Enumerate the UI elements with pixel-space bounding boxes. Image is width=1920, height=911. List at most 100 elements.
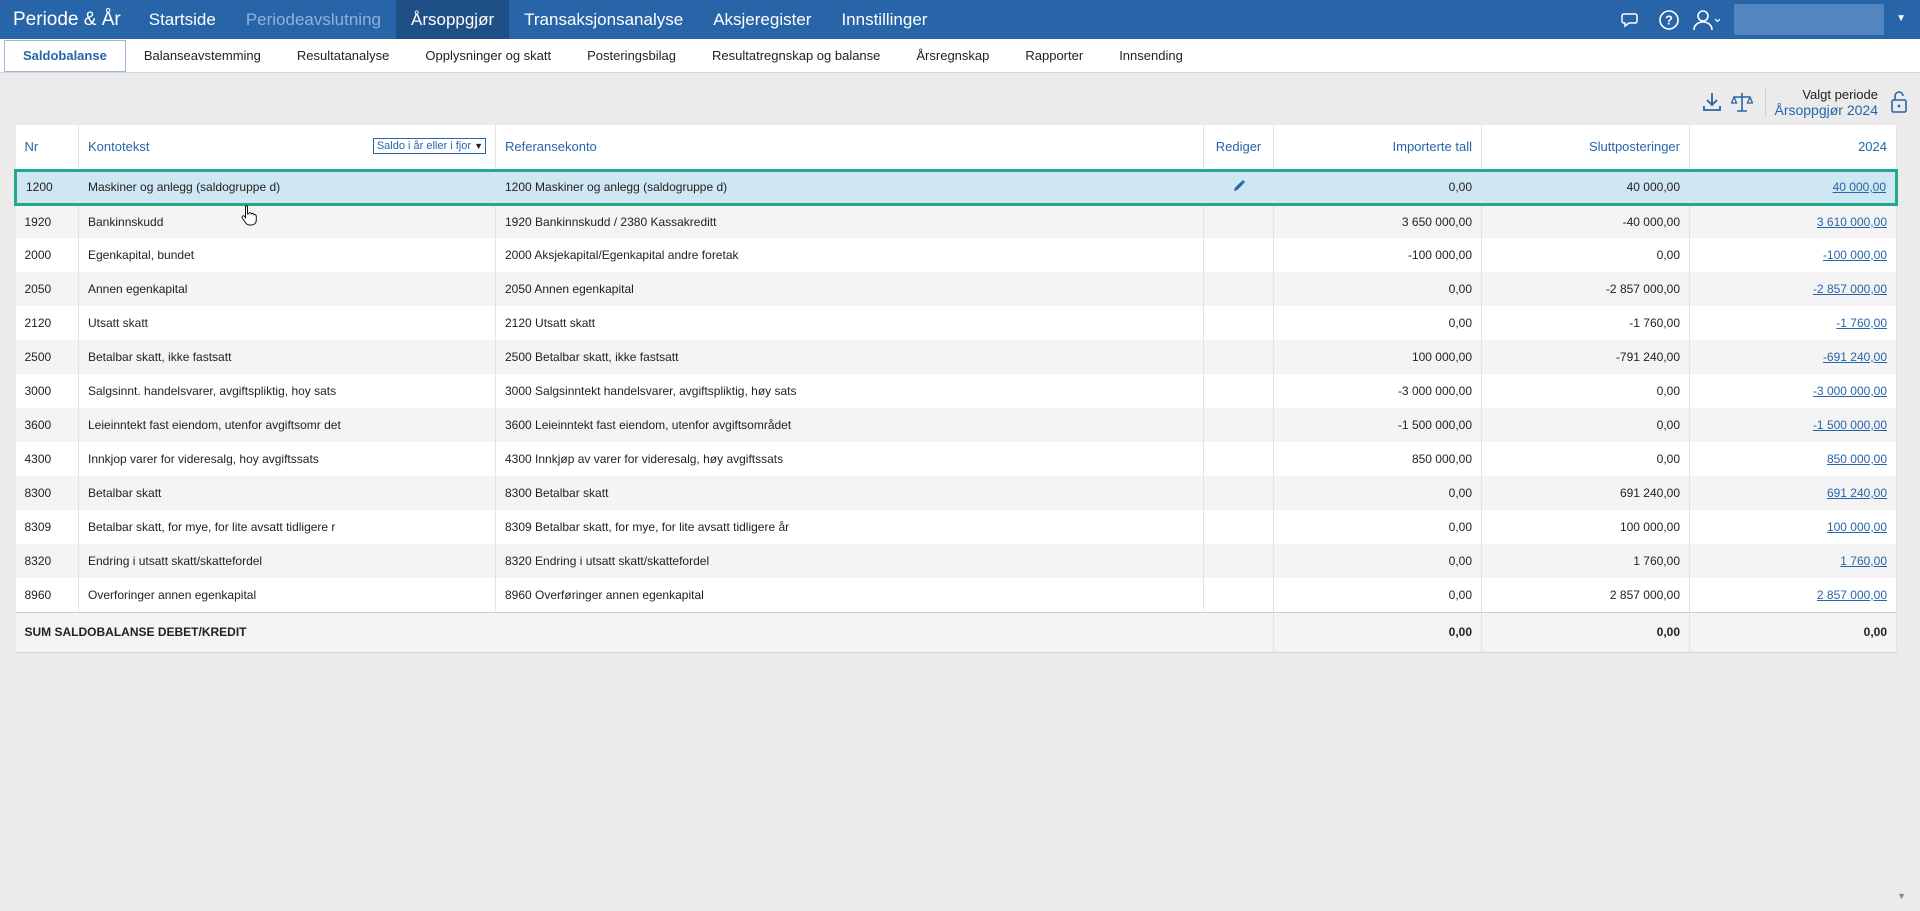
cell-nr: 3600 [15, 408, 79, 442]
column-header-sluttposteringer[interactable]: Sluttposteringer [1481, 125, 1690, 170]
saldo-filter-select[interactable]: Saldo i år eller i fjor ▼ [372, 138, 486, 154]
cell-nr: 1920 [15, 204, 79, 238]
cell-importerte-tall: 0,00 [1273, 476, 1482, 510]
subtab-1[interactable]: Balanseavstemming [126, 40, 279, 72]
cell-kontotekst: Endring i utsatt skatt/skattefordel [78, 544, 496, 578]
chevron-down-icon[interactable]: ▼ [1897, 891, 1906, 901]
subtab-7[interactable]: Rapporter [1007, 40, 1101, 72]
cell-referansekonto: 2000 Aksjekapital/Egenkapital andre fore… [495, 238, 1204, 272]
column-header-kontotekst[interactable]: Kontotekst Saldo i år eller i fjor ▼ [78, 125, 496, 170]
cell-referansekonto: 4300 Innkjøp av varer for videresalg, hø… [495, 442, 1204, 476]
column-header-rediger: Rediger [1203, 125, 1274, 170]
table-row[interactable]: 8960 Overforinger annen egenkapital 8960 O… [15, 578, 1897, 612]
chevron-down-icon: ▼ [474, 141, 483, 151]
table-row[interactable]: 2050 Annen egenkapital 2050 Annen egenkapi… [15, 272, 1897, 306]
filter-value: Saldo i år eller i fjor [376, 140, 471, 152]
total-link[interactable]: -1 500 000,00 [1813, 418, 1887, 432]
sum-sluttposteringer: 0,00 [1481, 611, 1690, 653]
table-row[interactable]: 2120 Utsatt skatt 2120 Utsatt skatt 0,00 -1 … [15, 306, 1897, 340]
cell-kontotekst: Utsatt skatt [78, 306, 496, 340]
cell-year-total: -100 000,00 [1689, 238, 1897, 272]
total-link[interactable]: -1 760,00 [1836, 316, 1887, 330]
cell-nr: 8960 [15, 578, 79, 612]
selected-period[interactable]: Valgt periode Årsoppgjør 2024 [1774, 87, 1878, 118]
cell-rediger [1203, 510, 1274, 544]
help-icon[interactable]: ? [1650, 0, 1688, 39]
subtab-6[interactable]: Årsregnskap [898, 40, 1007, 72]
top-navigation: Periode & År Startside Periodeavslutning Å… [0, 0, 1920, 39]
cell-nr: 2120 [15, 306, 79, 340]
table-row[interactable]: 8309 Betalbar skatt, for mye, for lite av… [15, 510, 1897, 544]
cell-nr: 2000 [15, 238, 79, 272]
total-link[interactable]: -691 240,00 [1823, 350, 1887, 364]
cell-year-total: -1 760,00 [1689, 306, 1897, 340]
total-link[interactable]: 850 000,00 [1827, 452, 1887, 466]
nav-item-4[interactable]: Aksjeregister [698, 0, 826, 39]
cell-rediger [1203, 272, 1274, 306]
table-row[interactable]: 4300 Innkjop varer for videresalg, hoy av… [15, 442, 1897, 476]
chat-icon[interactable] [1612, 0, 1650, 39]
nav-item-2[interactable]: Årsoppgjør [395, 0, 510, 39]
subtab-4[interactable]: Posteringsbilag [569, 40, 694, 72]
period-value: Årsoppgjør 2024 [1774, 101, 1878, 118]
column-header-importerte-tall[interactable]: Importerte tall [1273, 125, 1482, 170]
period-label: Valgt periode [1802, 86, 1878, 102]
edit-pencil-icon[interactable] [1232, 179, 1246, 196]
download-icon[interactable] [1697, 87, 1727, 117]
total-link[interactable]: 40 000,00 [1833, 180, 1886, 194]
cell-referansekonto: 1920 Bankinnskudd / 2380 Kassakreditt [495, 204, 1204, 238]
total-link[interactable]: 2 857 000,00 [1817, 588, 1887, 602]
cell-rediger [1203, 374, 1274, 408]
cell-nr: 3000 [15, 374, 79, 408]
table-row[interactable]: 8320 Endring i utsatt skatt/skattefordel 8… [15, 544, 1897, 578]
table-row[interactable]: 2500 Betalbar skatt, ikke fastsatt 2500 Be… [15, 340, 1897, 374]
kontotekst-label: Kontotekst [88, 139, 150, 155]
total-link[interactable]: 100 000,00 [1827, 520, 1887, 534]
table-row[interactable]: 1200 Maskiner og anlegg (saldogruppe d) 12… [14, 168, 1898, 206]
unlock-icon[interactable] [1884, 87, 1914, 117]
subtab-2[interactable]: Resultatanalyse [279, 40, 408, 72]
subtab-8[interactable]: Innsending [1101, 40, 1201, 72]
column-header-year[interactable]: 2024 [1689, 125, 1897, 170]
total-link[interactable]: -2 857 000,00 [1813, 282, 1887, 296]
total-link[interactable]: 3 610 000,00 [1817, 215, 1887, 229]
total-link[interactable]: 1 760,00 [1840, 554, 1887, 568]
cell-importerte-tall: 850 000,00 [1273, 442, 1482, 476]
cell-importerte-tall: 0,00 [1273, 544, 1482, 578]
chevron-down-icon[interactable]: ▼ [1896, 13, 1906, 24]
period-area: Valgt periode Årsoppgjør 2024 [1697, 80, 1920, 124]
total-link[interactable]: 691 240,00 [1827, 486, 1887, 500]
total-link[interactable]: -100 000,00 [1823, 248, 1887, 262]
app-brand[interactable]: Periode & År [0, 0, 134, 39]
table-row[interactable]: 3600 Leieinntekt fast eiendom, utenfor av… [15, 408, 1897, 442]
nav-item-0[interactable]: Startside [134, 0, 231, 39]
subtab-0[interactable]: Saldobalanse [4, 39, 126, 72]
balance-scale-icon[interactable] [1727, 87, 1757, 117]
nav-item-3[interactable]: Transaksjonsanalyse [509, 0, 698, 39]
cell-nr: 2050 [15, 272, 79, 306]
table-row[interactable]: 2000 Egenkapital, bundet 2000 Aksjekapital… [15, 238, 1897, 272]
user-name-box[interactable] [1734, 4, 1884, 35]
cell-year-total: 100 000,00 [1689, 510, 1897, 544]
nav-item-5[interactable]: Innstillinger [826, 0, 942, 39]
cell-sluttposteringer: -40 000,00 [1481, 204, 1690, 238]
cell-importerte-tall: 0,00 [1273, 510, 1482, 544]
cell-rediger [1203, 238, 1274, 272]
cell-nr: 8320 [15, 544, 79, 578]
subtab-5[interactable]: Resultatregnskap og balanse [694, 40, 898, 72]
cell-sluttposteringer: 1 760,00 [1481, 544, 1690, 578]
total-link[interactable]: -3 000 000,00 [1813, 384, 1887, 398]
column-header-nr[interactable]: Nr [15, 125, 79, 170]
table-row[interactable]: 8300 Betalbar skatt 8300 Betalbar skatt 0,0… [15, 476, 1897, 510]
table-row[interactable]: 3000 Salgsinnt. handelsvarer, avgiftsplik… [15, 374, 1897, 408]
table-row[interactable]: 1920 Bankinnskudd 1920 Bankinnskudd / 2380… [15, 204, 1897, 238]
cell-rediger [1203, 204, 1274, 238]
cell-rediger [1203, 476, 1274, 510]
column-header-referansekonto[interactable]: Referansekonto [495, 125, 1204, 170]
user-icon[interactable] [1688, 0, 1726, 39]
cell-kontotekst: Annen egenkapital [78, 272, 496, 306]
cell-importerte-tall: -100 000,00 [1273, 238, 1482, 272]
subtab-3[interactable]: Opplysninger og skatt [407, 40, 569, 72]
nav-item-1[interactable]: Periodeavslutning [231, 0, 396, 39]
cell-sluttposteringer: 0,00 [1481, 442, 1690, 476]
